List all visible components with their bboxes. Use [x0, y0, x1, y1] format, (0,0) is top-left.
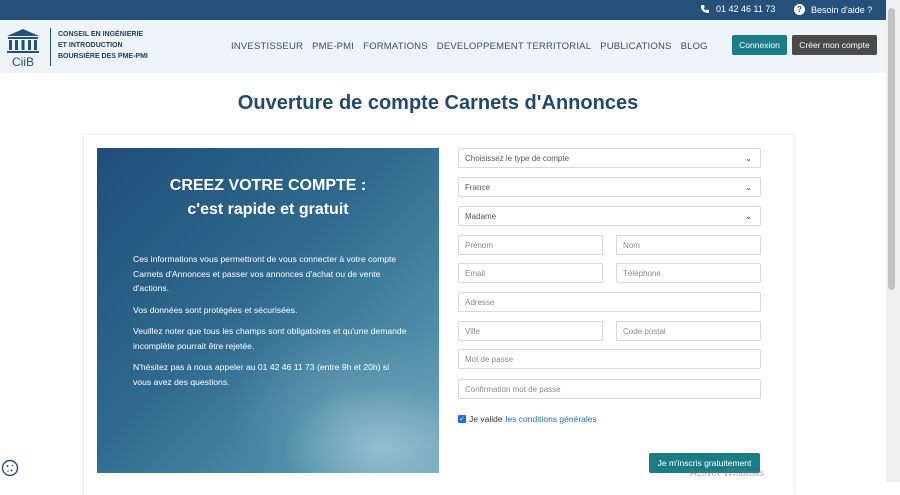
phone-contact[interactable]: 01 42 46 11 73 — [700, 4, 775, 14]
create-account-button[interactable]: Créer mon compte — [792, 35, 877, 55]
ciib-logo[interactable]: CiiB — [3, 26, 43, 68]
zip-field[interactable]: Code postal — [616, 321, 761, 341]
logo-divider — [50, 28, 51, 66]
login-button[interactable]: Connexion — [732, 35, 787, 55]
phone-number: 01 42 46 11 73 — [716, 4, 776, 14]
tagline-line-2: ET INTRODUCTION — [58, 42, 123, 49]
chevron-down-icon: ⌄ — [745, 212, 752, 221]
terms-row: ✓ Je valide les conditions générales — [458, 414, 597, 424]
top-bar: 01 42 46 11 73 ? Besoin d'aide ? — [0, 0, 886, 20]
chevron-down-icon: ⌄ — [745, 154, 752, 163]
firstname-field[interactable]: Prénom — [458, 235, 603, 255]
civility-value: Madame — [465, 211, 497, 221]
help-label: Besoin d'aide ? — [811, 4, 873, 15]
country-value: France — [465, 182, 490, 192]
page-title: Ouverture de compte Carnets d'Annonces — [237, 92, 639, 114]
info-panel: CREEZ VOTRE COMPTE : c'est rapide et gra… — [97, 148, 439, 473]
nav-item-investisseur[interactable]: INVESTISSEUR — [231, 41, 303, 52]
cookie-icon[interactable] — [0, 458, 20, 478]
panel-paragraph-2: Vos données sont protégées et sécurisées… — [133, 304, 298, 315]
main-nav: INVESTISSEUR PME-PMI FORMATIONS DEVELOPP… — [231, 41, 708, 52]
nav-item-pme-pmi[interactable]: PME-PMI — [312, 41, 354, 52]
panel-paragraph-3: Veuillez noter que tous les champs sont … — [133, 326, 407, 351]
chevron-down-icon: ⌄ — [745, 183, 752, 192]
question-icon: ? — [794, 4, 805, 15]
terms-checkbox[interactable]: ✓ — [458, 415, 466, 423]
tagline-line-1: CONSEIL EN INGÉNIERIE — [58, 31, 144, 38]
phone-field[interactable]: Téléphone — [616, 263, 761, 283]
account-type-value: Choisissez le type de compte — [465, 153, 570, 163]
password-confirm-field[interactable]: Confirmation mot de passe — [458, 379, 761, 399]
city-field[interactable]: Ville — [458, 321, 603, 341]
phone-icon — [701, 5, 709, 13]
email-field[interactable]: Email — [458, 263, 603, 283]
panel-title-line-2: c'est rapide et gratuit — [187, 201, 349, 218]
address-field[interactable]: Adresse — [458, 292, 761, 312]
terms-prefix: Je valide — [469, 414, 503, 424]
nav-item-publications[interactable]: PUBLICATIONS — [600, 41, 671, 52]
lastname-field[interactable]: Nom — [616, 235, 761, 255]
nav-item-developpement-territorial[interactable]: DEVELOPPEMENT TERRITORIAL — [437, 41, 591, 52]
help-link[interactable]: ? Besoin d'aide ? — [794, 4, 872, 15]
tagline-line-3: BOURSIÈRE DES PME-PMI — [58, 53, 148, 60]
terms-link[interactable]: les conditions générales — [506, 414, 597, 424]
nav-item-formations[interactable]: FORMATIONS — [363, 41, 428, 52]
panel-paragraph-1: Ces informations vous permettront de vou… — [133, 254, 397, 293]
windows-activation-watermark: Activer Windows — [690, 468, 764, 479]
account-type-select[interactable]: Choisissez le type de compte ⌄ — [458, 148, 761, 168]
logo-tagline: CONSEIL EN INGÉNIERIE ET INTRODUCTION BO… — [58, 29, 148, 62]
nav-item-blog[interactable]: BLOG — [681, 41, 708, 52]
country-select[interactable]: France ⌄ — [458, 177, 761, 197]
panel-title-line-1: CREEZ VOTRE COMPTE : — [169, 177, 367, 194]
civility-select[interactable]: Madame ⌄ — [458, 206, 761, 226]
panel-description: Ces informations vous permettront de vou… — [133, 252, 408, 396]
panel-title: CREEZ VOTRE COMPTE : c'est rapide et gra… — [97, 174, 439, 222]
site-header: CiiB CONSEIL EN INGÉNIERIE ET INTRODUCTI… — [0, 20, 886, 73]
password-field[interactable]: Mot de passe — [458, 349, 761, 369]
panel-paragraph-4: N'hésitez pas à nous appeler au 01 42 46… — [133, 362, 390, 387]
logo-wordmark: CiiB — [12, 55, 34, 68]
scrollbar-thumb[interactable] — [888, 8, 895, 290]
